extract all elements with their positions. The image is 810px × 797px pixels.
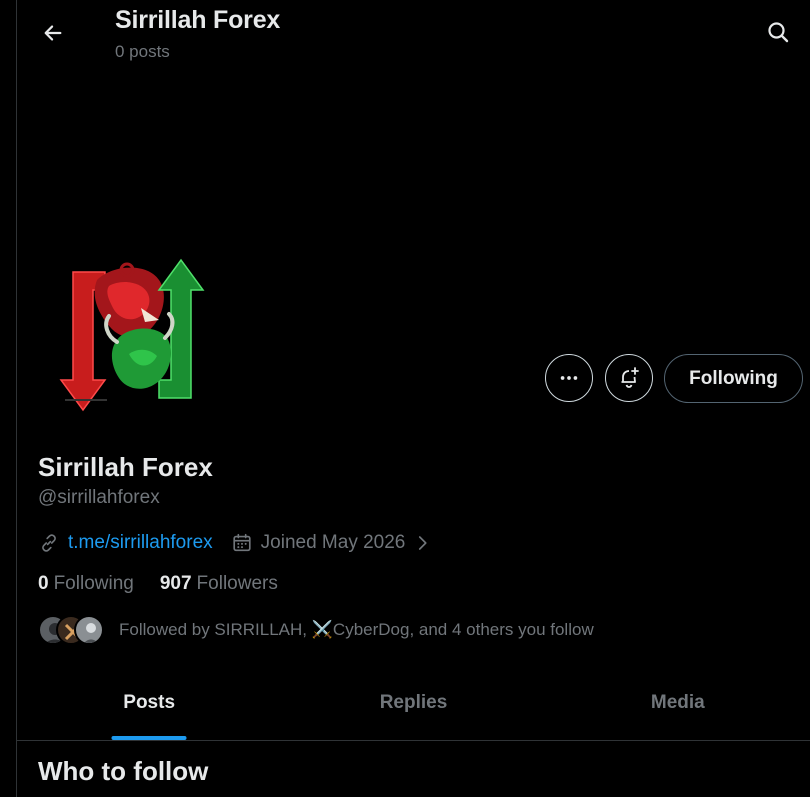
followers-label: Followers xyxy=(196,573,278,594)
tab-replies-label: Replies xyxy=(379,691,448,713)
tab-replies[interactable]: Replies xyxy=(281,665,545,740)
calendar-icon xyxy=(233,533,251,552)
profile-link[interactable]: t.me/sirrillahforex xyxy=(38,532,213,554)
followed-by-text: Followed by SIRRILLAH, ⚔️CyberDog, and 4… xyxy=(119,620,594,639)
followed-by[interactable]: Followed by SIRRILLAH, ⚔️CyberDog, and 4… xyxy=(38,614,594,646)
tab-media-label: Media xyxy=(650,691,705,713)
search-button[interactable] xyxy=(758,12,798,52)
bell-plus-icon xyxy=(621,367,639,388)
notify-button[interactable] xyxy=(605,354,653,402)
profile-page: Sirrillah Forex 0 posts Following Sirril… xyxy=(0,0,810,797)
profile-avatar[interactable] xyxy=(42,245,222,425)
joined-date-text: Joined May 2026 xyxy=(260,532,406,553)
followers-count: 907 xyxy=(159,573,192,594)
follow-stats: 0 Following 907 Followers xyxy=(38,573,278,595)
following-count: 0 xyxy=(38,573,49,594)
more-icon xyxy=(560,376,578,380)
profile-handle: @sirrillahforex xyxy=(38,487,160,508)
joined-date: Joined May 2026 xyxy=(231,532,432,554)
header-title: Sirrillah Forex xyxy=(115,6,281,34)
profile-link-text[interactable]: t.me/sirrillahforex xyxy=(68,532,213,554)
tab-media[interactable]: Media xyxy=(546,665,810,740)
bull-bear-logo xyxy=(59,258,205,412)
tab-posts-label: Posts xyxy=(123,691,176,713)
following-label: Following xyxy=(53,573,134,594)
more-button[interactable] xyxy=(545,354,593,402)
back-button[interactable] xyxy=(34,14,72,52)
search-icon xyxy=(768,22,789,43)
post-count: 0 posts xyxy=(115,42,170,61)
following-button[interactable]: Following xyxy=(664,354,803,403)
active-tab-indicator xyxy=(111,736,187,740)
following-stat[interactable]: 0 Following xyxy=(38,573,134,595)
profile-display-name: Sirrillah Forex xyxy=(38,452,213,482)
profile-tabs: Posts Replies Media xyxy=(17,665,810,741)
follower-avatars xyxy=(38,614,104,646)
chevron-right-icon[interactable] xyxy=(413,534,431,552)
arrow-left-icon xyxy=(44,25,62,41)
follower-avatar-3 xyxy=(74,615,104,645)
who-to-follow-heading: Who to follow xyxy=(38,756,209,786)
followers-stat[interactable]: 907 Followers xyxy=(160,573,278,595)
tab-posts[interactable]: Posts xyxy=(17,665,281,740)
profile-meta: t.me/sirrillahforex Joined May 2026 xyxy=(38,530,431,556)
link-icon xyxy=(42,534,56,552)
